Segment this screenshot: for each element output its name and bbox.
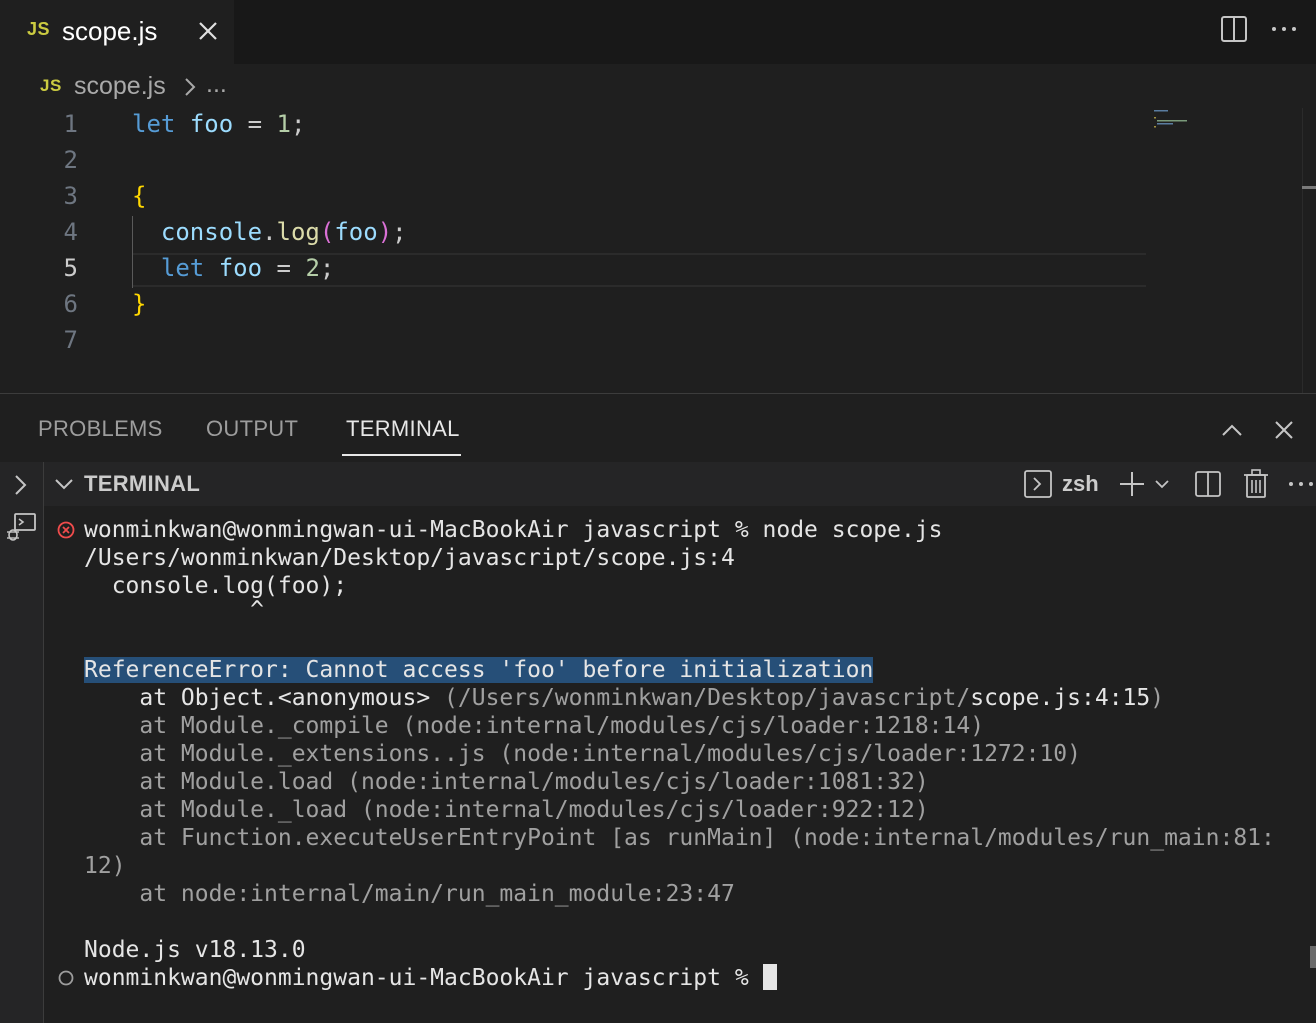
code-line[interactable]: 1 let foo = 1; — [0, 108, 1150, 144]
scrollbar-position-marker — [1302, 186, 1316, 189]
debug-console-icon[interactable] — [4, 510, 38, 544]
editor-tab-scope-js[interactable]: JS scope.js — [0, 0, 234, 64]
stack-frame-dir: (/Users/wonminkwan/Desktop/javascript/ — [444, 685, 971, 711]
active-tab-indicator — [342, 454, 461, 456]
code-line[interactable]: 3{ — [0, 180, 1150, 216]
terminal-output[interactable]: wonminkwan@wonmingwan-ui-MacBookAir java… — [44, 506, 1316, 1023]
stack-frame: at Module._load (node:internal/modules/c… — [84, 797, 929, 823]
chevron-down-icon[interactable] — [1152, 474, 1172, 494]
node-version: Node.js v18.13.0 — [84, 937, 306, 963]
terminal-section-title: TERMINAL — [84, 471, 201, 496]
terminal-shell-name[interactable]: zsh — [1062, 471, 1099, 497]
terminal-command-line: wonminkwan@wonmingwan-ui-MacBookAir java… — [84, 517, 943, 543]
stack-frame-close: ) — [1150, 685, 1165, 711]
stack-frame: at Module.load (node:internal/modules/cj… — [84, 769, 929, 795]
line-number: 4 — [63, 218, 78, 246]
prompt-text: wonminkwan@wonmingwan-ui-MacBookAir java… — [84, 965, 763, 991]
code-line[interactable]: 2 — [0, 144, 1150, 180]
chevron-right-icon — [185, 78, 196, 96]
code-text: let foo = 2; — [160, 254, 335, 282]
code-text: } — [132, 290, 147, 318]
minimap[interactable] — [1150, 108, 1210, 138]
code-text: { — [132, 182, 147, 210]
editor-scrollbar[interactable] — [1302, 108, 1316, 393]
stack-frame: at Object.<anonymous> (/Users/wonminkwan… — [84, 684, 1164, 712]
stack-frame-file[interactable]: scope.js:4:15 — [970, 685, 1150, 711]
chevron-down-icon[interactable] — [52, 472, 76, 496]
terminal-scrollbar[interactable] — [1310, 946, 1316, 968]
javascript-file-icon: JS — [40, 76, 62, 95]
javascript-file-icon: JS — [27, 19, 51, 39]
split-editor-icon[interactable] — [1218, 13, 1250, 45]
tab-output[interactable]: OUTPUT — [206, 416, 298, 442]
trash-icon[interactable] — [1241, 468, 1271, 500]
terminal-shell-icon[interactable] — [1023, 469, 1053, 499]
chevron-up-icon[interactable] — [1216, 414, 1248, 446]
stack-frame: at node:internal/main/run_main_module:23… — [84, 881, 735, 907]
line-number: 3 — [63, 182, 78, 210]
close-icon[interactable] — [193, 16, 223, 46]
stack-frame-call: at Object.<anonymous> — [84, 685, 445, 711]
line-number: 2 — [63, 146, 78, 174]
line-number: 5 — [63, 254, 78, 282]
code-line[interactable]: 7 — [0, 324, 1150, 360]
panel-side-strip — [0, 462, 44, 1023]
breadcrumb: JS scope.js ... — [0, 64, 1316, 108]
line-number: 7 — [63, 326, 78, 354]
more-actions-icon[interactable] — [1268, 13, 1300, 45]
error-status-icon[interactable] — [57, 521, 75, 539]
code-line[interactable]: 4 console.log(foo); — [0, 216, 1150, 252]
code-editor[interactable]: 1 let foo = 1; 2 3{4 console.log(foo); 5 let… — [0, 108, 1316, 393]
line-number: 1 — [63, 110, 78, 138]
stack-frame: at Module._extensions..js (node:internal… — [84, 741, 1081, 767]
tab-problems[interactable]: PROBLEMS — [38, 416, 163, 442]
terminal-header: TERMINAL zsh — [44, 462, 1316, 506]
breadcrumb-more[interactable]: ... — [206, 70, 227, 99]
panel-tab-bar: PROBLEMS OUTPUT TERMINAL — [0, 394, 1316, 462]
terminal-error-message: ReferenceError: Cannot access 'foo' befo… — [84, 656, 874, 684]
editor-tab-bar: JS scope.js — [0, 0, 1316, 64]
code-line[interactable]: 6} — [0, 288, 1150, 324]
terminal-caret-line: ^ — [84, 597, 265, 623]
terminal-error-path: /Users/wonminkwan/Desktop/javascript/sco… — [84, 545, 735, 571]
plus-icon[interactable] — [1117, 469, 1147, 499]
breadcrumb-file[interactable]: scope.js — [74, 72, 166, 101]
bottom-panel: PROBLEMS OUTPUT TERMINAL TERMINAL zsh wo… — [0, 393, 1316, 1023]
code-text: console.log(foo); — [160, 218, 407, 246]
selected-text: ReferenceError: Cannot access 'foo' befo… — [84, 657, 874, 683]
split-terminal-icon[interactable] — [1193, 469, 1223, 499]
tab-terminal[interactable]: TERMINAL — [346, 416, 460, 442]
stack-frame-wrap: 12) — [84, 853, 126, 879]
stack-frame: at Function.executeUserEntryPoint [as ru… — [84, 825, 1275, 851]
close-icon[interactable] — [1268, 414, 1300, 446]
more-actions-icon[interactable] — [1286, 469, 1316, 499]
chevron-right-icon[interactable] — [8, 472, 34, 498]
code-text: let foo = 1; — [132, 110, 306, 138]
code-line[interactable]: 5 let foo = 2; — [0, 252, 1150, 288]
line-number: 6 — [63, 290, 78, 318]
idle-status-icon[interactable] — [57, 969, 75, 987]
editor-tab-label: scope.js — [62, 16, 158, 46]
stack-frame: at Module._compile (node:internal/module… — [84, 713, 985, 739]
terminal-cursor — [762, 964, 777, 990]
terminal-prompt[interactable]: wonminkwan@wonmingwan-ui-MacBookAir java… — [84, 964, 777, 992]
